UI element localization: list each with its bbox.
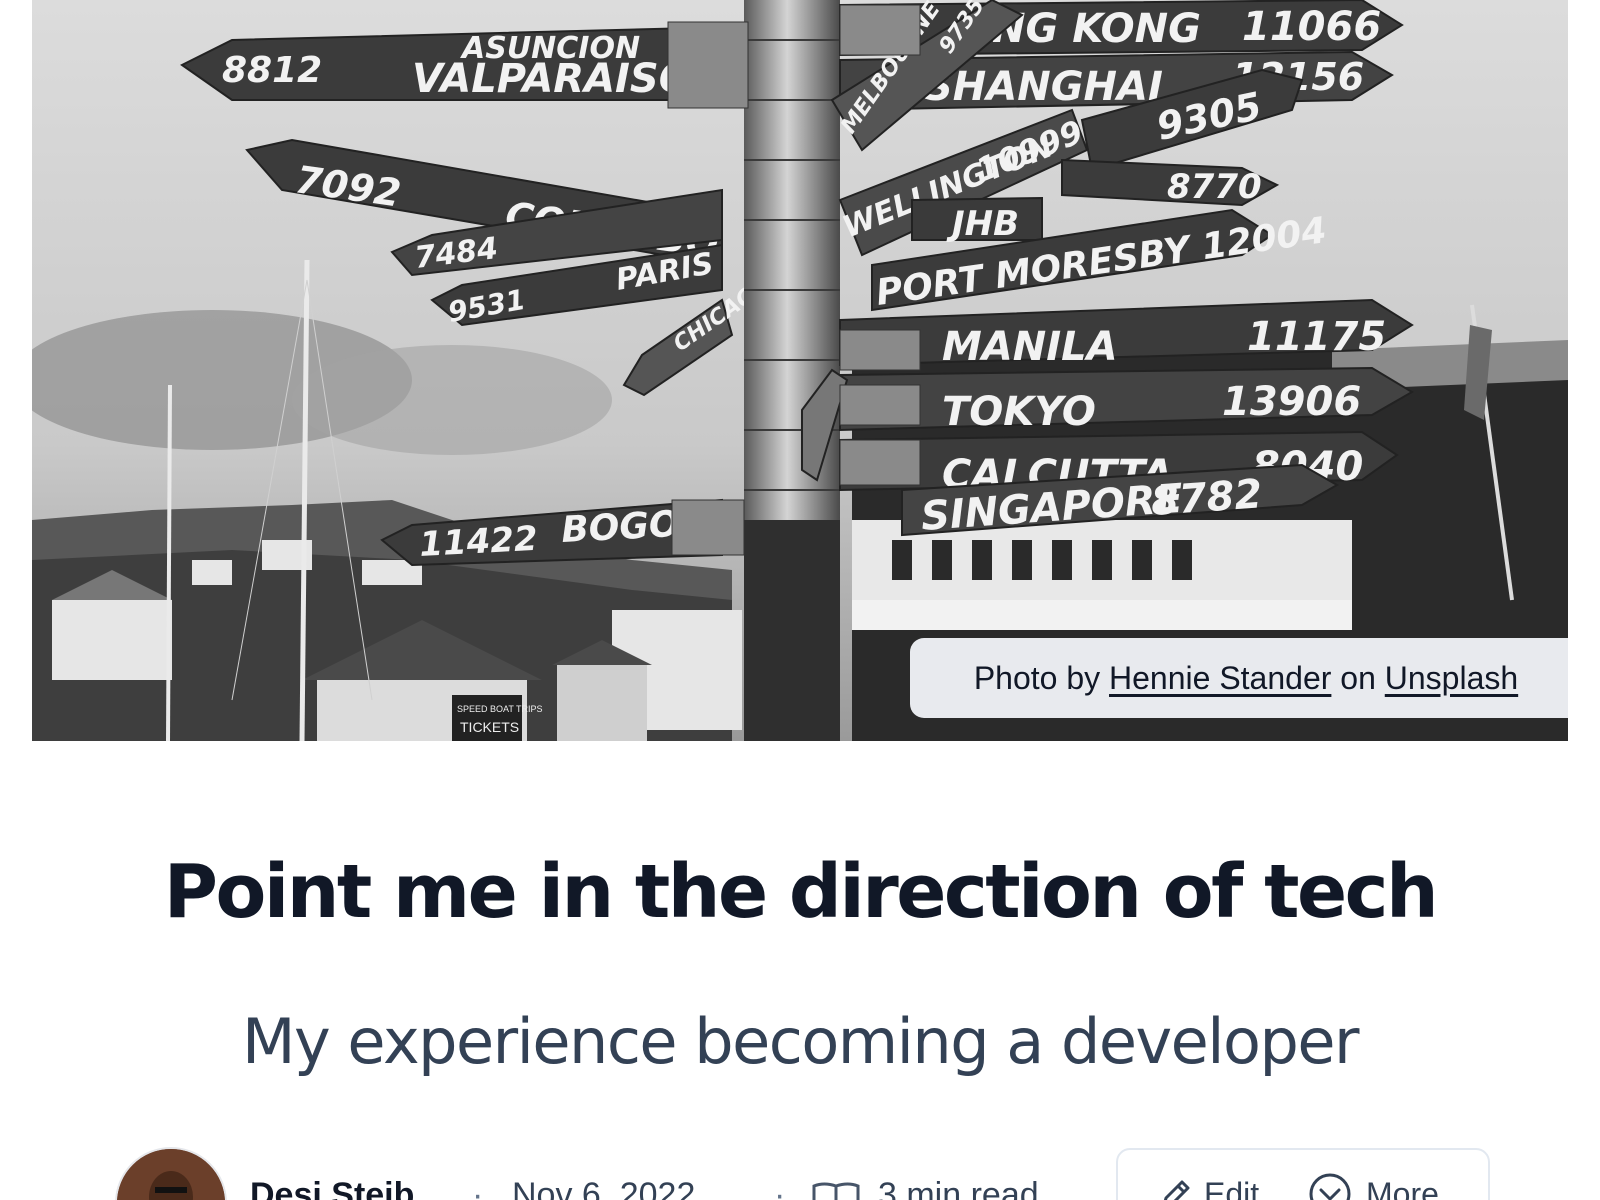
sign-8812: 8812 — [222, 50, 322, 91]
article-actions: Edit More — [1116, 1148, 1490, 1200]
sign-jhb: JHB — [946, 204, 1019, 244]
sign-valparaiso: VALPARAISO — [412, 56, 693, 102]
sign-tokyo: TOKYO — [942, 389, 1096, 435]
credit-prefix: Photo by — [973, 659, 1101, 696]
credit-middle: on — [1340, 659, 1376, 696]
article-title: Point me in the direction of tech — [163, 849, 1439, 935]
unsplash-link[interactable]: Unsplash — [1385, 660, 1518, 697]
sign-11066: 11066 — [1242, 4, 1381, 50]
edit-button[interactable]: Edit — [1158, 1176, 1259, 1200]
book-icon — [812, 1182, 860, 1200]
author-name[interactable]: Desi Steib — [250, 1176, 414, 1200]
speedboat-sign: SPEED BOAT TRIPS — [457, 704, 543, 714]
chevron-down-circle-icon — [1309, 1173, 1351, 1200]
sign-8770: 8770 — [1167, 167, 1262, 207]
sign-8782: 8782 — [1149, 471, 1263, 525]
sign-hong-kong: NG KONG — [992, 6, 1201, 52]
meta-separator: · — [774, 1176, 786, 1200]
avatar-portrait-icon — [117, 1149, 225, 1200]
tickets-sign: TICKETS — [460, 719, 519, 735]
sign-manila: MANILA — [942, 324, 1118, 370]
more-label: More — [1366, 1175, 1439, 1200]
edit-label: Edit — [1204, 1176, 1260, 1200]
article-subtitle: My experience becoming a developer — [242, 1005, 1359, 1078]
photographer-link[interactable]: Hennie Stander — [1109, 660, 1331, 697]
author-avatar[interactable] — [115, 1147, 227, 1200]
signpost-photo: SPEED BOAT TRIPS TICKETS ASUNCION 8812 V… — [32, 0, 1568, 741]
sign-11175: 11175 — [1247, 314, 1386, 360]
sign-13906: 13906 — [1222, 379, 1361, 425]
read-time: 3 min read — [878, 1176, 1039, 1200]
sign-shanghai: SHANGHAI — [924, 64, 1163, 110]
article-page: SPEED BOAT TRIPS TICKETS ASUNCION 8812 V… — [0, 0, 1600, 1200]
sign-11422: 11422 — [418, 519, 538, 565]
meta-separator: · — [472, 1176, 484, 1200]
cover-image: SPEED BOAT TRIPS TICKETS ASUNCION 8812 V… — [32, 0, 1568, 741]
pencil-icon — [1163, 1180, 1190, 1200]
photo-credit: Photo by Hennie Stander on Unsplash — [910, 638, 1568, 718]
publish-date: Nov 6, 2022 — [512, 1176, 696, 1200]
more-button[interactable]: More — [1308, 1172, 1439, 1200]
